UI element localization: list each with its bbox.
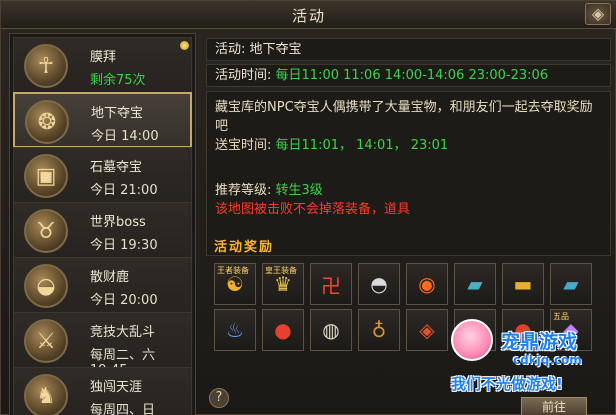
watermark-brand: 宠鼎游戏	[501, 331, 578, 353]
gift-box-icon: ◍	[322, 318, 340, 342]
reward-slot[interactable]: ▬	[502, 263, 544, 305]
reward-slot[interactable]: ♛ 皇王装备	[262, 263, 304, 305]
activity-item[interactable]: ☥ 膜拜剩余75次	[13, 37, 192, 93]
watermark-slogan: 我们不光做游戏!	[451, 375, 563, 393]
reward-slot[interactable]: ▰	[550, 263, 592, 305]
activity-name: 地下夺宝	[249, 42, 302, 57]
description-box: 藏宝库的NPC夺宝人偶携带了大量宝物，和朋友们一起去夺取奖励吧 送宝时间: 每日…	[206, 91, 611, 256]
window-title: 活动	[291, 7, 326, 25]
mascot-logo	[451, 319, 493, 361]
boss-head-icon: ♉	[24, 209, 68, 253]
activity-window: 活动 ◈ ☥ 膜拜剩余75次 ❂ 地下夺宝今日 14:00 ▣ 石墓夺宝今日 21:00 ♉…	[0, 0, 616, 415]
activity-item-name: 膜拜	[90, 50, 117, 65]
gold-bar-icon: ▬	[513, 272, 533, 296]
reward-tag: 皇王装备	[265, 266, 297, 275]
silver-ingot-icon: ◓	[370, 272, 388, 296]
warning-text: 该地图被击败不会掉落装备，道具	[215, 202, 411, 217]
activity-item-name: 世界boss	[90, 215, 146, 230]
gourd-icon: ♁	[371, 318, 387, 342]
treasure-bag-icon: ❂	[25, 100, 69, 144]
reward-slot[interactable]: ♨	[214, 309, 256, 351]
treasure-chest-icon: ▣	[24, 154, 68, 198]
close-icon[interactable]: ◈	[585, 3, 611, 25]
red-scroll-icon: 卍	[321, 273, 341, 298]
activity-item-name: 独闯天涯	[90, 380, 143, 395]
gold-ingot-icon: ◒	[24, 264, 68, 308]
activity-item[interactable]: ⚔竞技大乱斗每周二、六19:45	[13, 312, 192, 378]
activity-item[interactable]: ♉ 世界boss 今日 19:30	[13, 202, 192, 258]
send-value: 每日11:01， 14:01， 23:01	[275, 138, 449, 153]
activity-item[interactable]: ❂ 地下夺宝今日 14:00	[13, 92, 192, 148]
activity-item-time: 今日 21:00	[90, 183, 158, 198]
watermark: 宠鼎游戏 cdkjq.com 我们不光做游戏!	[449, 313, 616, 415]
activity-time-row: 活动时间: 每日11:00 11:06 14:00-14:06 23:00-23…	[206, 64, 611, 87]
reward-slot[interactable]: ♁	[358, 309, 400, 351]
time-label: 活动时间:	[215, 68, 272, 83]
skill-book-icon: ▰	[563, 272, 579, 296]
activity-item-time: 今日 19:30	[90, 238, 158, 253]
fire-orb-icon: ◉	[418, 272, 436, 296]
activity-item-time: 今日 20:00	[90, 293, 158, 308]
activity-list: ☥ 膜拜剩余75次 ❂ 地下夺宝今日 14:00 ▣ 石墓夺宝今日 21:00 ♉ 世界bos…	[9, 33, 196, 415]
reward-slot[interactable]: ▰	[454, 263, 496, 305]
warrior-icon: ♞	[24, 374, 68, 415]
blue-potion-icon: ♨	[226, 318, 244, 342]
activity-item[interactable]: ▣ 石墓夺宝今日 21:00	[13, 147, 192, 203]
time-value: 每日11:00 11:06 14:00-14:06 23:00-23:06	[275, 68, 549, 83]
activity-item[interactable]: ◒ 散财鹿今日 20:00	[13, 257, 192, 313]
activity-item-time: 今日 14:00	[91, 129, 159, 144]
activity-item[interactable]: ♞ 独闯天涯每周四、日19:45	[13, 367, 192, 415]
red-orb-icon: ●	[274, 318, 292, 342]
activity-item-time: 剩余75次	[90, 73, 146, 88]
description-text: 藏宝库的NPC夺宝人偶携带了大量宝物，和朋友们一起去夺取奖励吧	[215, 100, 593, 134]
notification-dot-icon	[180, 41, 189, 50]
skill-book-icon: ▰	[467, 272, 483, 296]
level-label: 推荐等级:	[215, 183, 272, 198]
help-icon[interactable]: ?	[209, 388, 229, 408]
statue-icon: ☥	[24, 44, 68, 88]
reward-slot[interactable]: 卍	[310, 263, 352, 305]
activity-label: 活动:	[215, 42, 246, 57]
activity-item-name: 竞技大乱斗	[90, 325, 156, 340]
reward-slot[interactable]: ☯ 王者装备	[214, 263, 256, 305]
level-value: 转生3级	[275, 183, 323, 198]
activity-item-time: 每周四、日19:45	[90, 403, 156, 415]
activity-item-name: 石墓夺宝	[90, 160, 143, 175]
reward-tag: 王者装备	[217, 266, 249, 275]
watermark-url: cdkjq.com	[513, 353, 582, 367]
reward-slot[interactable]: ◍	[310, 309, 352, 351]
reward-slot[interactable]: ◉	[406, 263, 448, 305]
activity-name-row: 活动: 地下夺宝	[206, 38, 611, 61]
rewards-title: 活动奖励	[214, 240, 275, 255]
crossed-swords-icon: ⚔	[24, 319, 68, 363]
reward-slot[interactable]: ◈	[406, 309, 448, 351]
reward-slot[interactable]: ◓	[358, 263, 400, 305]
activity-item-name: 散财鹿	[90, 270, 130, 285]
send-label: 送宝时间:	[215, 138, 272, 153]
title-bar: 活动 ◈	[1, 1, 616, 29]
activity-item-name: 地下夺宝	[91, 106, 144, 121]
lucky-bag-icon: ◈	[419, 318, 435, 342]
reward-slot[interactable]: ●	[262, 309, 304, 351]
